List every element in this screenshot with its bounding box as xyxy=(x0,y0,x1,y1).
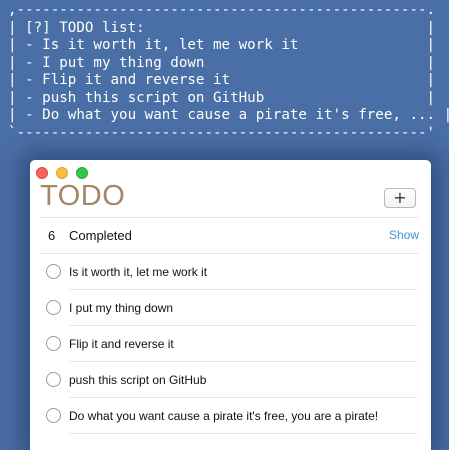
todo-text: Is it worth it, let me work it xyxy=(69,265,208,279)
todo-checkbox[interactable] xyxy=(46,408,61,423)
todo-item: Do what you want cause a pirate it's fre… xyxy=(30,398,431,434)
zoom-window-button[interactable] xyxy=(76,167,88,179)
plus-icon: + xyxy=(393,188,407,207)
terminal-line: | - push this script on GitHub | xyxy=(8,89,436,106)
terminal-output: ,---------------------------------------… xyxy=(0,0,449,150)
todo-item: Is it worth it, let me work it xyxy=(30,254,431,290)
show-completed-link[interactable]: Show xyxy=(389,228,419,242)
completed-count: 6 xyxy=(48,228,56,243)
todo-text: Flip it and reverse it xyxy=(69,337,174,351)
todo-text: Do what you want cause a pirate it's fre… xyxy=(69,409,379,423)
terminal-line: | - Do what you want cause a pirate it's… xyxy=(8,107,449,123)
window-controls xyxy=(36,167,96,179)
todo-list: Is it worth it, let me work it I put my … xyxy=(30,254,431,434)
todo-item: I put my thing down xyxy=(30,290,431,326)
todo-checkbox[interactable] xyxy=(46,372,61,387)
terminal-line: | [?] TODO list: | xyxy=(8,19,436,36)
completed-label: Completed xyxy=(69,228,132,243)
terminal-line: `---------------------------------------… xyxy=(8,124,436,141)
close-window-button[interactable] xyxy=(36,167,48,179)
todo-checkbox[interactable] xyxy=(46,336,61,351)
todo-text: I put my thing down xyxy=(69,301,174,315)
todo-item: Flip it and reverse it xyxy=(30,326,431,362)
app-title: TODO xyxy=(40,180,126,212)
add-todo-button[interactable]: + xyxy=(384,188,416,208)
completed-row: 6 Completed Show xyxy=(30,220,431,252)
header-divider xyxy=(40,217,419,218)
terminal-line: | - Is it worth it, let me work it | xyxy=(8,37,436,53)
terminal-text: ,---------------------------------------… xyxy=(8,2,449,142)
item-divider xyxy=(69,433,417,434)
terminal-line: | - I put my thing down | xyxy=(8,54,436,71)
terminal-line: ,---------------------------------------… xyxy=(8,2,436,18)
todo-text: push this script on GitHub xyxy=(69,373,207,387)
minimize-window-button[interactable] xyxy=(56,167,68,179)
todo-item: push this script on GitHub xyxy=(30,362,431,398)
terminal-line: | - Flip it and reverse it | xyxy=(8,72,436,88)
todo-checkbox[interactable] xyxy=(46,264,61,279)
todo-checkbox[interactable] xyxy=(46,300,61,315)
todo-app-window: TODO + 6 Completed Show Is it worth it, … xyxy=(30,160,431,450)
